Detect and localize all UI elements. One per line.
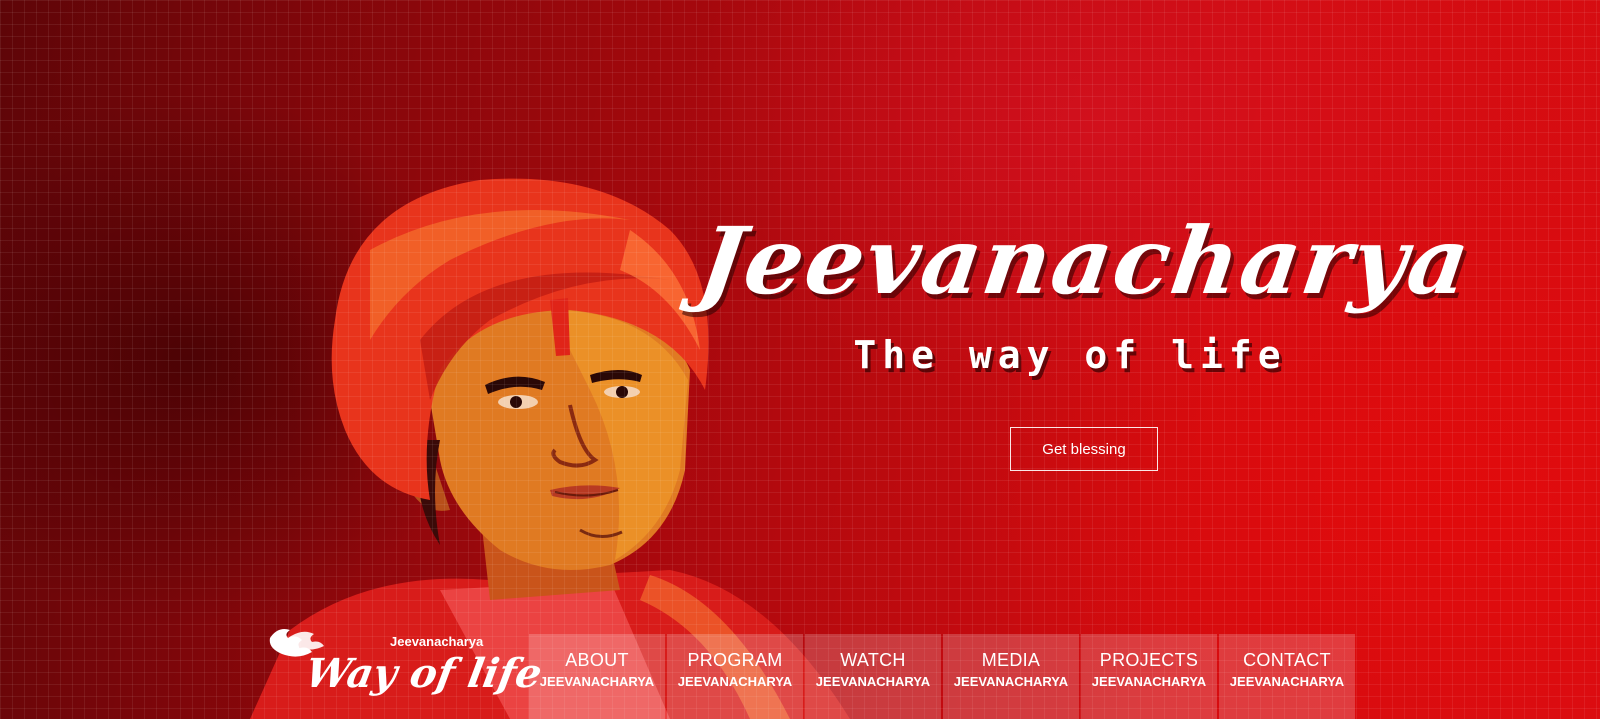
nav-item-label: MEDIA [981,650,1041,670]
nav-item-label: ABOUT [565,650,629,670]
hero-headline: Jeevanacharya The way of life [692,207,1477,377]
nav-item-label: PROJECTS [1099,650,1199,670]
nav-item-sublabel: JEEVANACHARYA [1229,674,1345,689]
nav-item-label: PROGRAM [687,650,783,670]
nav-item-projects[interactable]: PROJECTS JEEVANACHARYA [1081,634,1217,719]
nav-item-label: CONTACT [1243,650,1331,670]
nav-item-label: WATCH [840,650,906,670]
hero-tagline: The way of life [853,333,1287,377]
nav-item-media[interactable]: MEDIA JEEVANACHARYA [943,634,1079,719]
nav-item-sublabel: JEEVANACHARYA [677,674,793,689]
site-logo[interactable]: Jeevanacharya Way of life [268,620,546,710]
nav-item-watch[interactable]: WATCH JEEVANACHARYA [805,634,941,719]
logo-small-text: Jeevanacharya [390,634,484,649]
nav-item-sublabel: JEEVANACHARYA [539,674,655,689]
hero-banner: Jeevanacharya The way of life Get blessi… [0,0,1600,719]
nav-item-contact[interactable]: CONTACT JEEVANACHARYA [1219,634,1355,719]
nav-item-program[interactable]: PROGRAM JEEVANACHARYA [667,634,803,719]
nav-item-sublabel: JEEVANACHARYA [1091,674,1207,689]
logo-big-text: Way of life [301,650,546,697]
nav-item-about[interactable]: ABOUT JEEVANACHARYA [529,634,665,719]
nav-item-sublabel: JEEVANACHARYA [815,674,931,689]
nav-item-sublabel: JEEVANACHARYA [953,674,1069,689]
main-nav: ABOUT JEEVANACHARYA PROGRAM JEEVANACHARY… [529,634,1355,719]
get-blessing-button[interactable]: Get blessing [1010,427,1158,471]
hero-title: Jeevanacharya [692,207,1478,315]
